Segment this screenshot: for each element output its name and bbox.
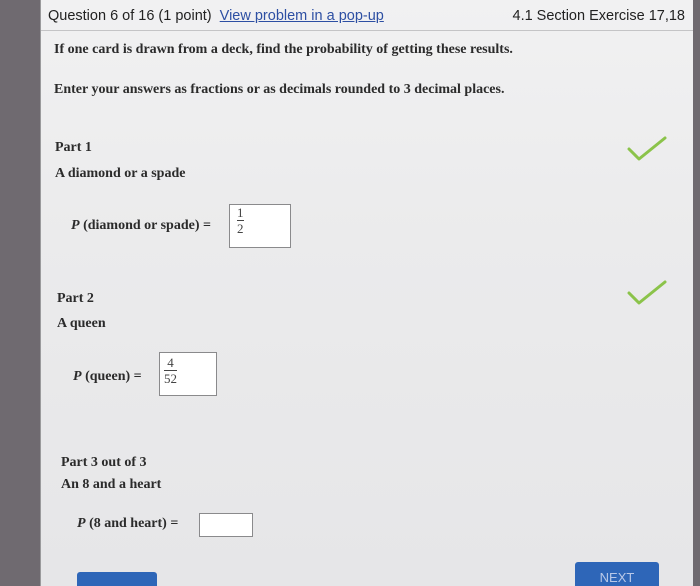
instruction-line-2: Enter your answers as fractions or as de… [54,82,505,97]
part-2-answer-fraction: 4 52 [164,356,177,385]
part-3-prob-arg: (8 and heart) = [89,516,179,531]
part-1-title: Part 1 [55,140,92,155]
part-3-answer-input[interactable] [199,513,253,537]
part-2-numerator: 4 [167,355,174,370]
part-1-check-icon [627,136,667,161]
part-2-prob-label: P (queen) = [73,369,142,385]
part-1-numerator: 1 [237,205,244,220]
question-header: Question 6 of 16 (1 point) View problem … [41,0,693,31]
part-3-question: An 8 and a heart [61,477,162,492]
next-button-label: NEXT [599,569,635,585]
part-3-prob-func: P [77,516,86,531]
part-2-title: Part 2 [57,291,94,306]
question-number: Question 6 of 16 (1 point) [48,8,212,24]
part-1-prob-arg: (diamond or spade) = [83,218,211,233]
part-1-prob-label: P (diamond or spade) = [71,218,211,234]
part-1-prob-func: P [71,218,80,233]
part-2-check-icon [627,280,667,305]
question-info: Question 6 of 16 (1 point) View problem … [48,8,384,24]
part-2-prob-func: P [73,369,82,384]
part-3-title: Part 3 out of 3 [61,455,147,470]
next-button[interactable]: NEXT [575,562,659,586]
previous-button[interactable] [77,572,157,586]
instruction-line-1: If one card is drawn from a deck, find t… [54,42,513,57]
part-3-prob-label: P (8 and heart) = [77,516,178,532]
part-1-denominator: 2 [237,221,244,236]
part-2-prob-arg: (queen) = [85,369,142,384]
section-label: 4.1 Section Exercise 17,18 [512,8,686,24]
question-panel: Question 6 of 16 (1 point) View problem … [40,0,693,586]
part-1-answer-fraction: 1 2 [237,206,244,235]
part-2-denominator: 52 [164,371,177,386]
popup-link[interactable]: View problem in a pop-up [220,8,384,24]
part-2-question: A queen [57,316,106,331]
part-1-question: A diamond or a spade [55,166,186,181]
